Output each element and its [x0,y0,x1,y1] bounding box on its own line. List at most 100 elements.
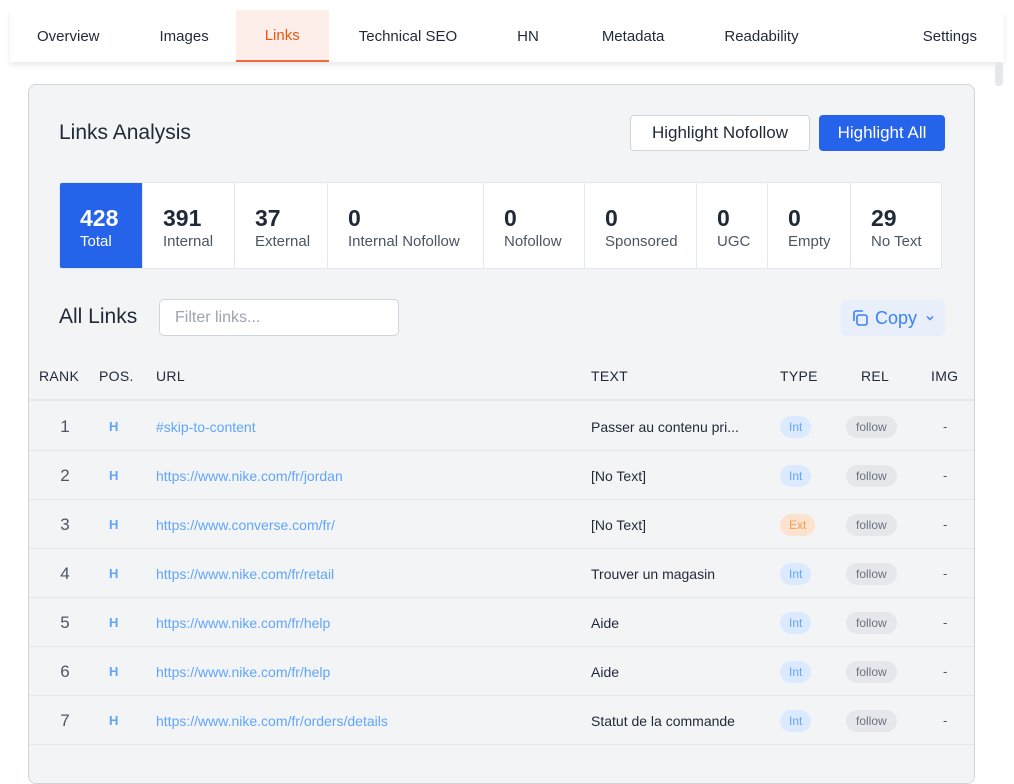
highlight-all-button[interactable]: Highlight All [819,115,945,151]
stat-value: 0 [348,205,361,231]
rank-cell: 1 [60,416,70,436]
table-row[interactable]: 2 H https://www.nike.com/fr/jordan [No T… [29,451,974,500]
type-badge: Int [780,562,812,585]
text-cell: Trouver un magasin [591,565,715,582]
stat-ugc[interactable]: 0 UGC [697,183,768,268]
tab-links[interactable]: Links [235,10,329,62]
highlight-nofollow-button[interactable]: Highlight Nofollow [630,115,810,151]
stat-label: Internal [163,233,214,250]
url-link[interactable]: https://www.nike.com/fr/orders/details [156,696,388,745]
stat-value: 0 [717,205,730,231]
rank-cell: 6 [60,661,70,681]
tab-metadata[interactable]: Metadata [572,10,695,62]
type-badge: Int [780,464,812,487]
copy-label: Copy [874,307,918,328]
all-links-title: All Links [59,305,138,328]
rank-cell: 5 [60,612,70,632]
stat-external[interactable]: 37 External [235,183,328,268]
stat-label: Internal Nofollow [348,233,460,250]
url-link[interactable]: https://www.converse.com/fr/ [156,500,335,549]
url-link[interactable]: https://www.nike.com/fr/help [156,598,330,647]
stat-empty[interactable]: 0 Empty [768,183,851,268]
stat-total[interactable]: 428 Total [60,183,143,268]
stat-value: 0 [788,205,801,231]
table-row[interactable]: 3 H https://www.converse.com/fr/ [No Tex… [29,500,974,549]
stat-value: 37 [255,205,281,231]
stat-value: 391 [163,205,202,231]
rel-badge: follow [846,513,897,536]
tab-overview[interactable]: Overview [10,10,127,62]
copy-icon [853,310,868,326]
url-link[interactable]: #skip-to-content [156,402,256,451]
table-header: RANK POS. URL TEXT TYPE REL IMG [29,355,974,401]
rank-cell: 7 [60,710,70,730]
stat-internal[interactable]: 391 Internal [143,183,235,268]
table-row[interactable]: 4 H https://www.nike.com/fr/retail Trouv… [29,549,974,598]
text-cell: Aide [591,663,620,680]
stat-value: 428 [80,205,119,231]
header-pos[interactable]: POS. [99,368,134,384]
tab-bar: Overview Images Links Technical SEO HN M… [10,10,1004,62]
type-badge: Int [780,611,812,634]
url-link[interactable]: https://www.nike.com/fr/jordan [156,451,343,500]
rel-badge: follow [846,709,897,732]
header-rank[interactable]: RANK [39,368,79,384]
img-cell: - [943,468,948,483]
stat-value: 0 [504,205,517,231]
type-cell: Ext [780,500,816,549]
pos-cell: H [109,664,119,679]
tab-images[interactable]: Images [127,10,236,62]
table-row[interactable]: 1 H #skip-to-content Passer au contenu p… [29,402,974,451]
stat-label: Nofollow [504,233,562,250]
img-cell: - [943,517,948,532]
header-url[interactable]: URL [156,368,185,384]
text-cell: Passer au contenu pri... [591,418,739,435]
header-type[interactable]: TYPE [780,368,818,384]
type-badge: Int [780,415,812,438]
rel-badge: follow [846,611,897,634]
rel-cell: follow [846,451,897,500]
stat-label: UGC [717,233,751,250]
type-badge: Int [780,660,812,683]
table-row[interactable]: 6 H https://www.nike.com/fr/help Aide In… [29,647,974,696]
stat-nofollow[interactable]: 0 Nofollow [484,183,585,268]
rel-cell: follow [846,647,897,696]
rank-cell: 4 [60,563,70,583]
tab-readability[interactable]: Readability [694,10,825,62]
tab-settings[interactable]: Settings [896,10,1004,62]
table-row[interactable] [29,745,974,783]
rel-cell: follow [846,598,897,647]
stat-no-text[interactable]: 29 No Text [851,183,941,268]
rel-badge: follow [846,660,897,683]
rel-badge: follow [846,415,897,438]
url-link[interactable]: https://www.nike.com/fr/retail [156,549,334,598]
table-row[interactable]: 7 H https://www.nike.com/fr/orders/detai… [29,696,974,745]
table-row[interactable]: 5 H https://www.nike.com/fr/help Aide In… [29,598,974,647]
rank-cell: 2 [60,465,70,485]
pos-cell: H [109,468,119,483]
rank-cell: 3 [60,514,70,534]
url-link[interactable]: https://www.nike.com/fr/help [156,647,330,696]
tab-technical-seo[interactable]: Technical SEO [329,10,484,62]
img-cell: - [943,713,948,728]
stat-value: 0 [605,205,618,231]
tab-hn[interactable]: HN [484,10,572,62]
type-cell: Int [780,647,812,696]
header-text[interactable]: TEXT [591,368,628,384]
type-badge: Ext [780,513,816,536]
copy-button[interactable]: Copy [841,300,945,336]
filter-links-input[interactable] [159,299,399,336]
pos-cell: H [109,566,119,581]
type-cell: Int [780,402,812,451]
header-rel[interactable]: REL [861,368,889,384]
img-cell: - [943,566,948,581]
img-cell: - [943,615,948,630]
header-img[interactable]: IMG [931,368,958,384]
stat-label: No Text [871,233,922,250]
text-cell: Aide [591,614,620,631]
stat-sponsored[interactable]: 0 Sponsored [585,183,697,268]
rel-cell: follow [846,402,897,451]
scrollbar-thumb[interactable] [995,62,1003,86]
stat-internal-nofollow[interactable]: 0 Internal Nofollow [328,183,484,268]
rel-cell: follow [846,549,897,598]
